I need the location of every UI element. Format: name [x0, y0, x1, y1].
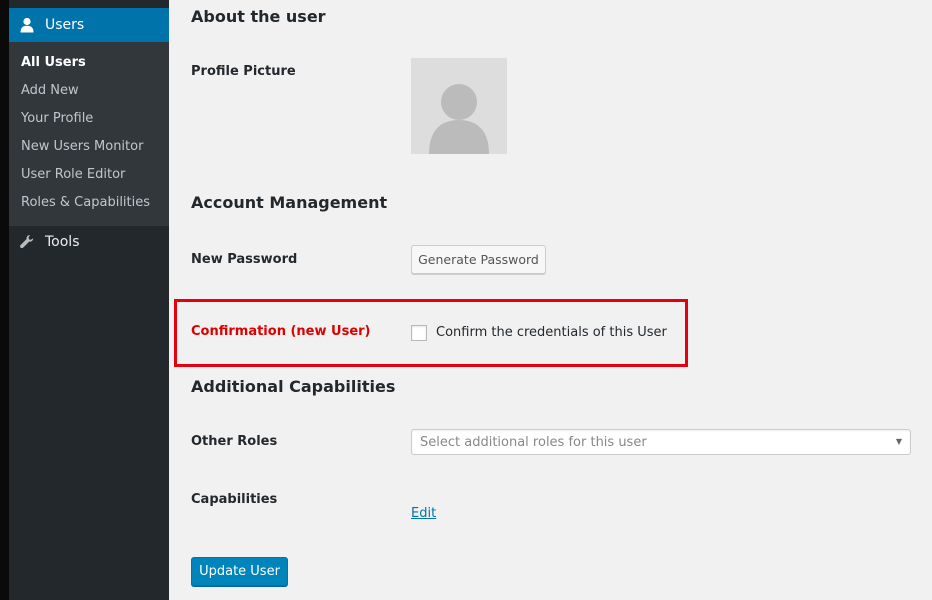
submenu-user-role-editor[interactable]: User Role Editor: [21, 167, 125, 182]
profile-avatar: [411, 58, 507, 154]
dropdown-arrow-icon: ▼: [895, 437, 902, 446]
update-user-button[interactable]: Update User: [191, 557, 288, 586]
sidebar-item-users[interactable]: Users: [9, 8, 169, 42]
sidebar-item-tools-label: Tools: [45, 234, 80, 250]
submenu-new-users-monitor[interactable]: New Users Monitor: [21, 139, 143, 154]
wrench-icon: [9, 234, 45, 250]
profile-picture-label: Profile Picture: [191, 64, 296, 79]
submenu-add-new[interactable]: Add New: [21, 83, 79, 98]
new-password-label: New Password: [191, 252, 298, 267]
generate-password-button[interactable]: Generate Password: [411, 245, 546, 274]
confirm-credentials-label[interactable]: Confirm the credentials of this User: [436, 325, 667, 340]
window-edge: [0, 0, 9, 600]
account-management-heading: Account Management: [191, 193, 388, 212]
additional-capabilities-heading: Additional Capabilities: [191, 377, 396, 396]
submenu-roles-capabilities[interactable]: Roles & Capabilities: [21, 195, 150, 210]
user-icon: [9, 17, 45, 33]
submenu-all-users[interactable]: All Users: [21, 55, 86, 70]
confirm-credentials-checkbox[interactable]: [411, 325, 427, 341]
sidebar-item-tools[interactable]: Tools: [9, 226, 169, 258]
other-roles-select[interactable]: Select additional roles for this user ▼: [411, 429, 911, 455]
sidebar-item-users-label: Users: [45, 17, 85, 33]
confirmation-label: Confirmation (new User): [191, 324, 371, 339]
capabilities-label: Capabilities: [191, 492, 278, 507]
submenu-your-profile[interactable]: Your Profile: [21, 111, 93, 126]
about-heading: About the user: [191, 7, 326, 26]
capabilities-edit-link[interactable]: Edit: [411, 506, 436, 521]
other-roles-placeholder: Select additional roles for this user: [420, 434, 647, 450]
other-roles-label: Other Roles: [191, 434, 278, 449]
users-submenu: All Users Add New Your Profile New Users…: [9, 42, 169, 226]
admin-sidebar: Users All Users Add New Your Profile New…: [9, 0, 169, 600]
main-content: About the user Profile Picture Account M…: [169, 0, 932, 600]
